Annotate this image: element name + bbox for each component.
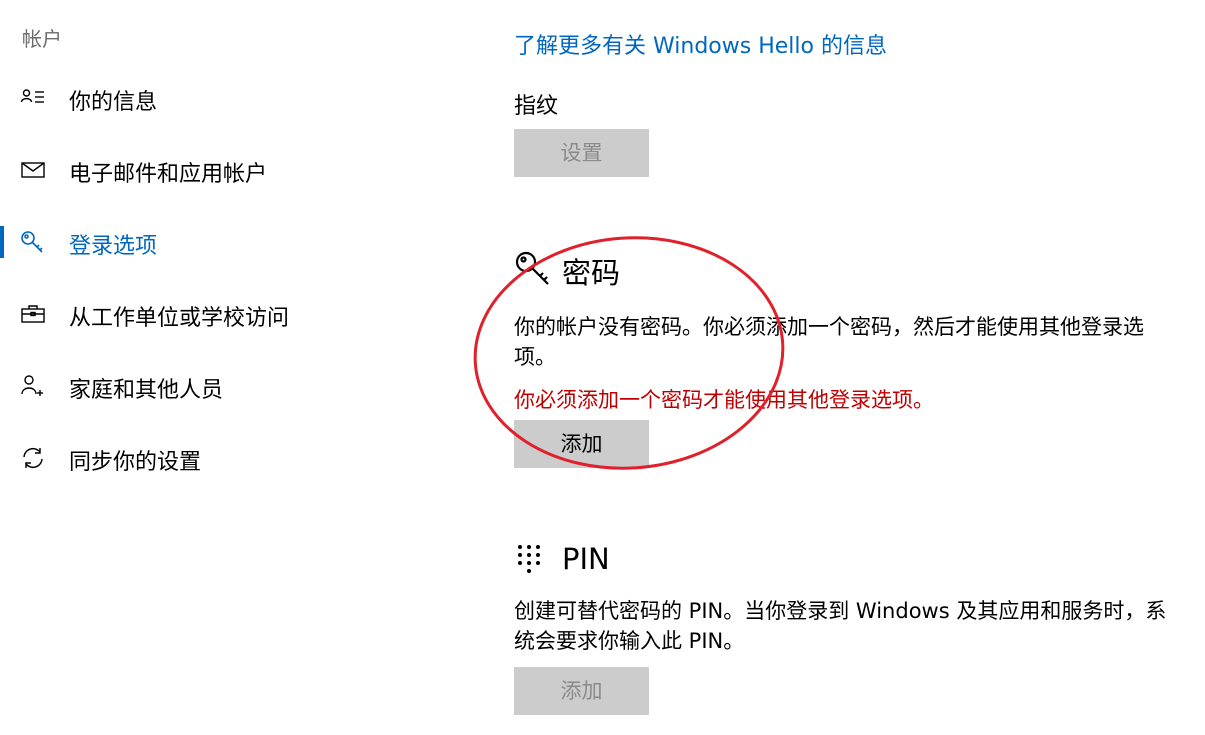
sidebar-item-label: 家庭和其他人员 bbox=[69, 378, 224, 403]
sidebar-header: 帐户 bbox=[22, 27, 62, 51]
sidebar-item-sign-in-options[interactable]: 登录选项 bbox=[0, 222, 460, 262]
sidebar-item-email-accounts[interactable]: 电子邮件和应用帐户 bbox=[0, 150, 460, 190]
pin-description: 创建可替代密码的 PIN。当你登录到 Windows 及其应用和服务时，系统会要… bbox=[514, 599, 1167, 653]
key-icon bbox=[514, 250, 554, 290]
sidebar-item-family[interactable]: 家庭和其他人员 bbox=[0, 366, 460, 406]
sidebar-item-label: 你的信息 bbox=[69, 90, 158, 115]
password-warning: 你必须添加一个密码才能使用其他登录选项。 bbox=[514, 388, 934, 412]
person-add-icon bbox=[20, 374, 48, 398]
briefcase-icon bbox=[20, 302, 48, 326]
sidebar: 帐户 你的信息 电子邮件和应用帐户 登录选项 从工作单位或学校访问 家庭和其他人… bbox=[0, 0, 470, 735]
sidebar-item-label: 从工作单位或学校访问 bbox=[69, 306, 290, 331]
sidebar-item-your-info[interactable]: 你的信息 bbox=[0, 78, 460, 118]
pin-title: PIN bbox=[562, 542, 610, 576]
mail-icon bbox=[20, 158, 48, 182]
main-content: 了解更多有关 Windows Hello 的信息 指纹 设置 密码 你的帐户没有… bbox=[514, 0, 1194, 735]
password-description: 你的帐户没有密码。你必须添加一个密码，然后才能使用其他登录选项。 bbox=[514, 315, 1144, 369]
add-pin-button[interactable]: 添加 bbox=[514, 667, 649, 715]
sidebar-item-label: 电子邮件和应用帐户 bbox=[69, 162, 268, 187]
sidebar-item-sync[interactable]: 同步你的设置 bbox=[0, 438, 460, 478]
fingerprint-heading: 指纹 bbox=[514, 94, 559, 119]
active-indicator bbox=[0, 226, 4, 258]
windows-hello-learn-more-link[interactable]: 了解更多有关 Windows Hello 的信息 bbox=[514, 28, 887, 60]
sidebar-item-label: 同步你的设置 bbox=[69, 450, 202, 475]
add-password-button[interactable]: 添加 bbox=[514, 420, 649, 468]
person-list-icon bbox=[20, 86, 48, 110]
keypad-icon bbox=[514, 542, 554, 582]
sidebar-item-label: 登录选项 bbox=[69, 234, 158, 259]
sidebar-item-work-school[interactable]: 从工作单位或学校访问 bbox=[0, 294, 460, 334]
key-icon bbox=[20, 230, 48, 254]
fingerprint-setup-button[interactable]: 设置 bbox=[514, 129, 649, 177]
password-title: 密码 bbox=[562, 256, 621, 290]
sync-icon bbox=[20, 446, 48, 470]
